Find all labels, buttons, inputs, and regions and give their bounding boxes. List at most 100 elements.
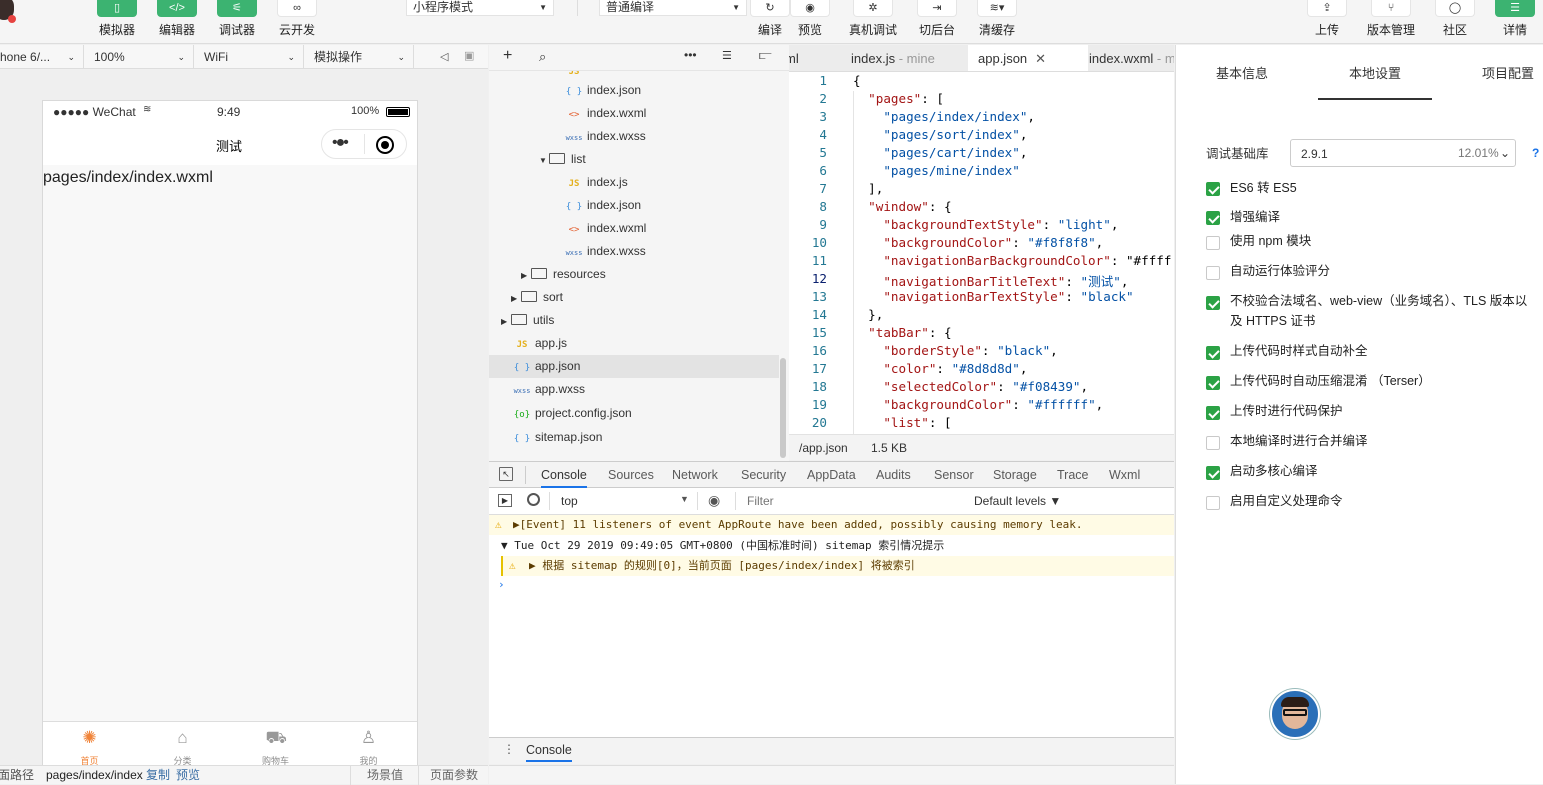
zoom-select[interactable]: 100% ⌄ (84, 45, 194, 69)
console-warning-row[interactable]: ⚠ ▶ 根据 sitemap 的规则[0]，当前页面 [pages/index/… (501, 556, 1174, 576)
tree-item[interactable]: { } index.json (565, 194, 641, 217)
compile-select[interactable]: 普通编译 ▼ (599, 0, 747, 16)
checkbox-multi-core[interactable] (1206, 466, 1220, 480)
sidebar-toggle-icon[interactable]: ▶ (498, 494, 512, 507)
tab-mine[interactable]: ♙ 我的 (322, 722, 415, 767)
details-button[interactable]: ☰ 详情 (1485, 0, 1543, 44)
tree-item[interactable]: { } index.json (565, 79, 641, 102)
editor-toggle-button[interactable]: </> 编辑器 (147, 0, 207, 44)
tree-item[interactable]: <> index.wxml (565, 102, 647, 125)
editor-tab-active[interactable]: app.json ✕ (968, 45, 1088, 71)
console-prompt[interactable]: › (489, 575, 1174, 595)
tab-audits[interactable]: Audits (876, 462, 911, 488)
upload-button[interactable]: ⇪ 上传 (1297, 0, 1357, 44)
tab-sources[interactable]: Sources (608, 462, 654, 488)
copy-path-link[interactable]: 复制 (146, 766, 170, 785)
background-switch-button[interactable]: ⇥ 切后台 (907, 0, 967, 44)
device-select[interactable]: hone 6/... ⌄ (0, 45, 84, 69)
tree-folder-utils[interactable]: ▶ utils (501, 309, 554, 332)
checkbox-npm[interactable] (1206, 236, 1220, 250)
network-select[interactable]: WiFi ⌄ (194, 45, 304, 69)
tree-folder-resources[interactable]: ▶ resources (521, 263, 606, 286)
tree-item[interactable]: wxss index.wxss (565, 240, 646, 263)
debugger-toggle-button[interactable]: ⚟ 调试器 (207, 0, 267, 44)
collapse-icon[interactable]: ☰ (722, 49, 732, 62)
checkbox-auto-prefix[interactable] (1206, 346, 1220, 360)
tab-sensor[interactable]: Sensor (934, 462, 974, 488)
tab-storage[interactable]: Storage (993, 462, 1037, 488)
checkbox-minify[interactable] (1206, 376, 1220, 390)
version-management-button[interactable]: ⑂ 版本管理 (1361, 0, 1421, 44)
search-icon[interactable]: ⌕ (539, 49, 546, 65)
capsule-menu[interactable]: •●• (321, 129, 407, 159)
log-levels-select[interactable]: Default levels ▼ (974, 494, 1061, 508)
checkbox-skip-domain-check[interactable] (1206, 296, 1220, 310)
clear-cache-button[interactable]: ≋▾ 清缓存 (967, 0, 1027, 44)
checkbox-auto-score[interactable] (1206, 266, 1220, 280)
tab-security[interactable]: Security (741, 462, 786, 488)
tab-category[interactable]: ⌂ 分类 (136, 722, 229, 767)
tree-item[interactable]: { } sitemap.json (513, 426, 603, 449)
checkbox-es6[interactable] (1206, 182, 1220, 196)
inspect-icon[interactable]: ↖ (499, 467, 513, 481)
remote-debug-button[interactable]: ✲ 真机调试 (843, 0, 903, 44)
tree-item[interactable]: JS index.js (565, 171, 628, 194)
tab-cart[interactable]: ⛟ 购物车 (229, 722, 322, 767)
tree-folder-list[interactable]: ▼ list (539, 148, 586, 171)
tab-network[interactable]: Network (672, 462, 718, 488)
scene-value-button[interactable]: 场景值 (367, 766, 403, 785)
more-icon[interactable]: ••• (684, 48, 697, 62)
checkbox-code-protect[interactable] (1206, 406, 1220, 420)
console-group-row[interactable]: ▼ Tue Oct 29 2019 09:49:05 GMT+0800 (中国标… (489, 536, 1174, 556)
drawer-tab-console[interactable]: Console (526, 743, 572, 762)
tab-project-config[interactable]: 项目配置 (1482, 45, 1534, 100)
tree-item-selected[interactable]: { } app.json (489, 355, 779, 378)
preview-button[interactable]: ◉ 预览 (780, 0, 840, 44)
mute-icon[interactable]: ◁ (440, 50, 448, 63)
tab-basic-info[interactable]: 基本信息 (1216, 45, 1268, 100)
checkbox-merge-compile[interactable] (1206, 436, 1220, 450)
checkbox-custom-command[interactable] (1206, 496, 1220, 510)
close-icon[interactable]: ✕ (1035, 51, 1046, 66)
tab-local-settings[interactable]: 本地设置 (1318, 45, 1432, 100)
editor-tab[interactable]: ml (789, 45, 809, 71)
tree-item[interactable]: wxss index.wxss (565, 125, 646, 148)
tab-appdata[interactable]: AppData (807, 462, 856, 488)
add-icon[interactable]: + (503, 47, 512, 65)
console-filter-input[interactable] (741, 491, 965, 511)
mode-select[interactable]: 小程序模式 ▼ (406, 0, 554, 16)
tree-item[interactable]: wxss app.wxss (513, 378, 585, 401)
community-button[interactable]: ◯ 社区 (1425, 0, 1485, 44)
editor-tab[interactable]: index.js - mine (841, 45, 945, 71)
drawer-menu-icon[interactable]: ⋮ (503, 742, 515, 756)
tab-wxml[interactable]: Wxml (1109, 462, 1140, 488)
clear-console-icon[interactable] (527, 493, 540, 506)
tab-trace[interactable]: Trace (1057, 462, 1089, 488)
preview-path-link[interactable]: 预览 (176, 766, 200, 785)
tab-home[interactable]: ✺ 首页 (43, 722, 136, 767)
tree-item[interactable]: JS app.js (513, 332, 567, 355)
checkbox-enhance-compile[interactable] (1206, 211, 1220, 225)
layout-icon[interactable]: ⫍ (759, 48, 772, 63)
more-dots-icon[interactable]: •●• (332, 135, 349, 151)
simulator-toggle-button[interactable]: ▯ 模拟器 (87, 0, 147, 44)
floating-avatar[interactable] (1270, 689, 1320, 739)
page-params-button[interactable]: 页面参数 (430, 766, 478, 785)
help-icon[interactable]: ? (1532, 146, 1539, 160)
close-target-icon[interactable] (376, 136, 394, 154)
code-editor[interactable]: 1 {2 "pages": [3 "pages/index/index", 4 "p… (789, 72, 1174, 434)
cloud-dev-button[interactable]: ∞ 云开发 (267, 0, 327, 44)
simulate-operation-select[interactable]: 模拟操作 ⌄ (304, 45, 414, 69)
tree-folder-sort[interactable]: ▶ sort (511, 286, 563, 309)
eye-icon[interactable]: ◉ (708, 492, 720, 509)
json-file-icon: { } (513, 434, 531, 444)
tree-item[interactable]: <> index.wxml (565, 217, 647, 240)
tree-item[interactable]: {o} project.config.json (513, 402, 632, 425)
context-select[interactable]: top (561, 494, 578, 508)
tab-console[interactable]: Console (541, 462, 587, 488)
console-warning-row[interactable]: ⚠ ▶[Event] 11 listeners of event AppRout… (489, 515, 1174, 535)
window-icon[interactable]: ▣ (464, 49, 474, 62)
editor-tab[interactable]: index.wxml - m (1079, 45, 1174, 71)
tree-scrollbar[interactable] (780, 358, 786, 458)
base-lib-select[interactable]: 2.9.1 12.01% ⌄ (1290, 139, 1516, 167)
